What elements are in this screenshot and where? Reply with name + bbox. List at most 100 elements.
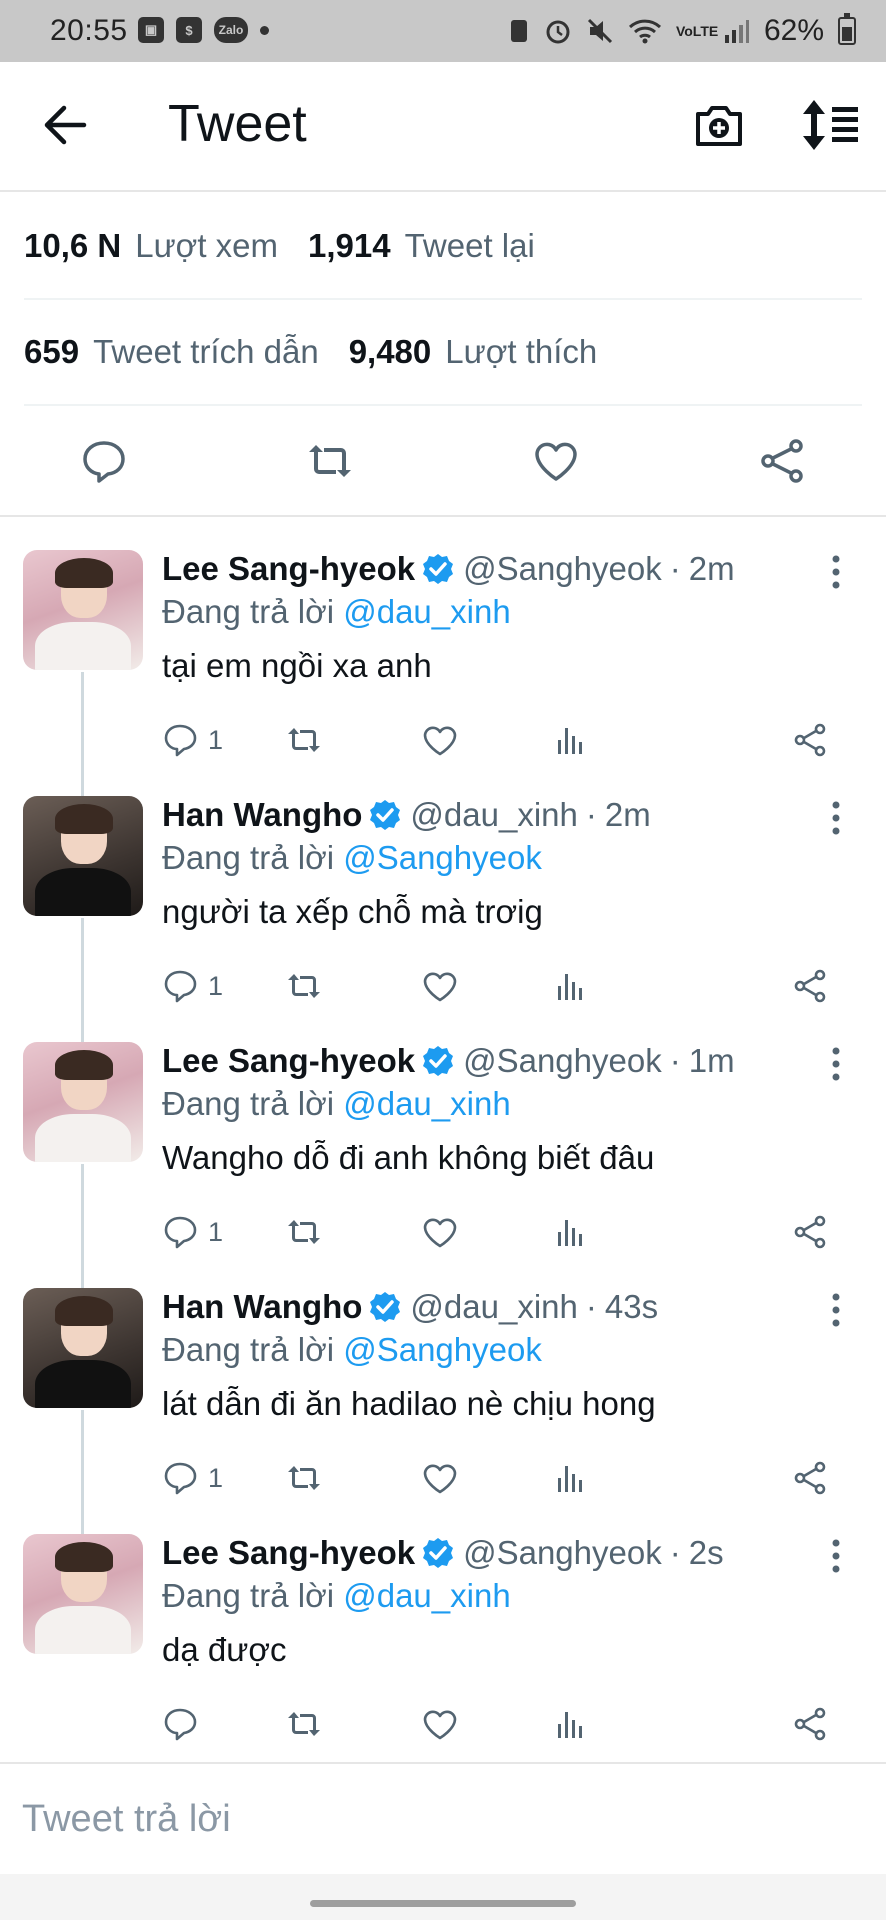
reply-actions: 1 bbox=[162, 1458, 842, 1502]
battery-icon bbox=[838, 13, 856, 45]
author-handle[interactable]: @Sanghyeok bbox=[463, 550, 662, 588]
like-button[interactable] bbox=[422, 966, 458, 1006]
like-button[interactable] bbox=[422, 720, 458, 760]
reply-input[interactable] bbox=[20, 1786, 864, 1852]
more-options-icon[interactable] bbox=[826, 1044, 846, 1084]
heart-icon bbox=[423, 1464, 457, 1494]
retweet-button[interactable] bbox=[286, 966, 322, 1006]
sort-icon[interactable] bbox=[800, 98, 860, 152]
mention-link[interactable]: @Sanghyeok bbox=[343, 1331, 542, 1368]
like-button[interactable] bbox=[422, 1458, 458, 1498]
retweet-button[interactable] bbox=[286, 1704, 322, 1744]
reply-count: 1 bbox=[208, 970, 224, 1001]
reply-tweet[interactable]: Han Wangho @dau_xinh · 43s Đang trả lời … bbox=[0, 1288, 886, 1534]
reply-button[interactable]: 1 bbox=[162, 966, 223, 1006]
mention-link[interactable]: @Sanghyeok bbox=[343, 839, 542, 876]
reply-tweet[interactable]: Lee Sang-hyeok @Sanghyeok · 2m Đang trả … bbox=[0, 550, 886, 796]
reply-tweet[interactable]: Lee Sang-hyeok @Sanghyeok · 1m Đang trả … bbox=[0, 1042, 886, 1288]
author-name[interactable]: Han Wangho bbox=[162, 1288, 362, 1326]
share-icon[interactable] bbox=[758, 437, 806, 485]
avatar[interactable] bbox=[23, 1288, 143, 1408]
reply-count: 1 bbox=[208, 724, 224, 755]
analytics-button[interactable] bbox=[552, 1704, 588, 1744]
reply-button[interactable]: 1 bbox=[162, 1458, 223, 1498]
author-handle[interactable]: @Sanghyeok bbox=[463, 1042, 662, 1080]
avatar[interactable] bbox=[23, 550, 143, 670]
retweet-icon bbox=[288, 1220, 320, 1244]
author-handle[interactable]: @Sanghyeok bbox=[463, 1534, 662, 1572]
more-options-icon[interactable] bbox=[826, 552, 846, 592]
tweet-text: Wangho dỗ đi anh không biết đâu bbox=[162, 1139, 655, 1176]
retweets-label[interactable]: Tweet lại bbox=[405, 227, 535, 265]
author-handle[interactable]: @dau_xinh bbox=[410, 796, 577, 834]
avatar[interactable] bbox=[23, 796, 143, 916]
author-name[interactable]: Lee Sang-hyeok bbox=[162, 1042, 415, 1080]
timestamp: 2m bbox=[604, 796, 651, 833]
reply-button[interactable] bbox=[162, 1704, 208, 1744]
analytics-icon bbox=[558, 1712, 582, 1738]
reply-count: 1 bbox=[208, 1216, 224, 1247]
tweet-text: người ta xếp chỗ mà trơig bbox=[162, 893, 543, 930]
share-button[interactable] bbox=[792, 1458, 828, 1498]
verified-badge-icon bbox=[370, 1292, 401, 1322]
quotes-label[interactable]: Tweet trích dẫn bbox=[93, 333, 319, 371]
analytics-button[interactable] bbox=[552, 1212, 588, 1252]
reply-count: 1 bbox=[208, 1462, 224, 1493]
back-arrow-icon[interactable] bbox=[40, 98, 90, 152]
retweet-button[interactable] bbox=[286, 720, 322, 760]
author-name[interactable]: Lee Sang-hyeok bbox=[162, 1534, 415, 1572]
retweet-icon[interactable] bbox=[306, 437, 354, 485]
more-options-icon[interactable] bbox=[826, 798, 846, 838]
more-options-icon[interactable] bbox=[826, 1290, 846, 1330]
separator-dot: · bbox=[669, 550, 681, 587]
replying-to: Đang trả lời @Sanghyeok bbox=[162, 1331, 542, 1369]
avatar[interactable] bbox=[23, 1534, 143, 1654]
analytics-button[interactable] bbox=[552, 1458, 588, 1498]
author-name[interactable]: Lee Sang-hyeok bbox=[162, 550, 415, 588]
replying-prefix: Đang trả lời bbox=[162, 593, 335, 630]
reply-actions: 1 bbox=[162, 1212, 842, 1256]
mention-link[interactable]: @dau_xinh bbox=[343, 1085, 510, 1122]
share-button[interactable] bbox=[792, 1212, 828, 1252]
share-icon bbox=[794, 969, 826, 1003]
heart-icon bbox=[423, 1710, 457, 1740]
reply-actions: 1 bbox=[162, 720, 842, 764]
mention-link[interactable]: @dau_xinh bbox=[343, 593, 510, 630]
home-gesture-handle[interactable] bbox=[310, 1900, 576, 1907]
verified-badge-icon bbox=[423, 1046, 454, 1076]
retweet-button[interactable] bbox=[286, 1458, 322, 1498]
reply-tweet[interactable]: Lee Sang-hyeok @Sanghyeok · 2s Đang trả … bbox=[0, 1534, 886, 1780]
retweet-button[interactable] bbox=[286, 1212, 322, 1252]
like-button[interactable] bbox=[422, 1704, 458, 1744]
reply-icon bbox=[164, 970, 197, 1003]
tweet-text: tại em ngồi xa anh bbox=[162, 647, 432, 684]
more-options-icon[interactable] bbox=[826, 1536, 846, 1576]
retweet-icon bbox=[288, 974, 320, 998]
replying-prefix: Đang trả lời bbox=[162, 1331, 335, 1368]
like-button[interactable] bbox=[422, 1212, 458, 1252]
like-heart-icon[interactable] bbox=[532, 437, 580, 485]
share-icon bbox=[794, 1707, 826, 1741]
separator-dot: · bbox=[669, 1042, 681, 1079]
views-label[interactable]: Lượt xem bbox=[135, 227, 278, 265]
status-time: 20:55 bbox=[50, 14, 128, 47]
mention-link[interactable]: @dau_xinh bbox=[343, 1577, 510, 1614]
share-button[interactable] bbox=[792, 1704, 828, 1744]
quotes-count: 659 bbox=[24, 333, 80, 370]
author-handle[interactable]: @dau_xinh bbox=[410, 1288, 577, 1326]
analytics-button[interactable] bbox=[552, 966, 588, 1006]
likes-label[interactable]: Lượt thích bbox=[445, 333, 597, 371]
analytics-button[interactable] bbox=[552, 720, 588, 760]
reply-icon[interactable] bbox=[80, 437, 128, 485]
reply-button[interactable]: 1 bbox=[162, 1212, 223, 1252]
avatar[interactable] bbox=[23, 1042, 143, 1162]
camera-icon[interactable] bbox=[692, 98, 746, 152]
author-name[interactable]: Han Wangho bbox=[162, 796, 362, 834]
tweet-text: lát dẫn đi ăn hadilao nè chịu hong bbox=[162, 1385, 656, 1422]
reply-tweet[interactable]: Han Wangho @dau_xinh · 2m Đang trả lời @… bbox=[0, 796, 886, 1042]
share-button[interactable] bbox=[792, 720, 828, 760]
data-saver-icon bbox=[510, 20, 527, 42]
share-button[interactable] bbox=[792, 966, 828, 1006]
reply-button[interactable]: 1 bbox=[162, 720, 223, 760]
retweet-icon bbox=[288, 1712, 320, 1736]
